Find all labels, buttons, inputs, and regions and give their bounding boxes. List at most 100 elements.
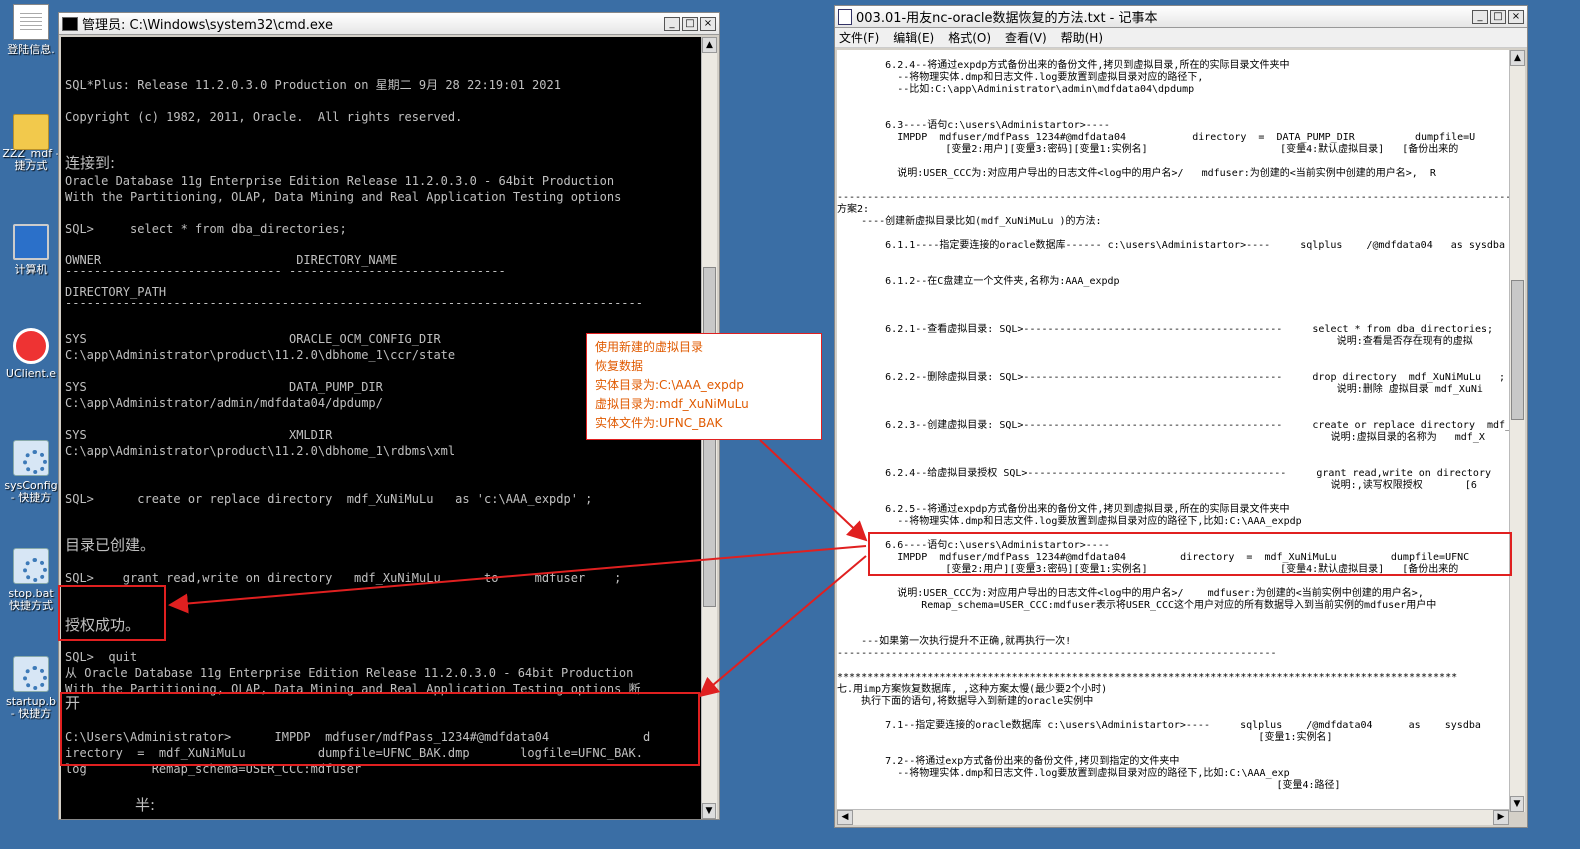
annotation-callout: 使用新建的虚拟目录 恢复数据 实体目录为:C:\AAA_expdp 虚拟目录为:… — [586, 333, 822, 440]
text-line: 6.2.2--删除虚拟目录: SQL>---------------------… — [837, 372, 1506, 383]
desktop-icon-label: - 快捷方 — [10, 492, 52, 504]
text-line: 6.2.4--将通过expdp方式备份出来的备份文件,拷贝到虚拟目录,所在的实际… — [837, 60, 1290, 71]
scroll-left-arrow-icon[interactable]: ◀ — [837, 810, 853, 825]
text-line: 7.2--将通过exp方式备份出来的备份文件,拷贝到指定的文件夹中 — [837, 756, 1180, 767]
desktop-icon-zzz-mdf[interactable]: ZZZ_mdf - 捷方式 — [0, 108, 62, 172]
menu-edit[interactable]: 编辑(E) — [893, 29, 934, 46]
menu-view[interactable]: 查看(V) — [1005, 29, 1047, 46]
text-line: 7.1--指定要连接的oracle数据库 c:\users\Administar… — [837, 720, 1481, 731]
desktop-icon-startup-bat[interactable]: startup.b - 快捷方 — [0, 656, 62, 720]
scroll-down-arrow-icon[interactable]: ▼ — [1510, 796, 1524, 812]
text-line: 6.1.1----指定要连接的oracle数据库------ c:\users\… — [837, 240, 1505, 251]
text-line: IMPDP mdfuser/mdfPass_1234#@mdfdata04 di… — [837, 132, 1476, 143]
callout-line: 实体目录为:C:\AAA_expdp — [595, 378, 744, 392]
text-line: --比如:C:\app\Administrator\admin\mdfdata0… — [837, 84, 1195, 95]
text-line: 执行下面的语句,将数据导入到新建的oracle实例中 — [837, 696, 1094, 707]
text-line: --将物理实体.dmp和日志文件.log要放置到虚拟目录对应的路径下,比如:C:… — [837, 768, 1290, 779]
desktop-icon-login-info[interactable]: 登陆信息. — [0, 4, 62, 56]
console-line: ------------------------------ ---------… — [65, 264, 506, 278]
cmd-titlebar[interactable]: 管理员: C:\Windows\system32\cmd.exe _ □ × — [59, 13, 719, 35]
gear-shortcut-icon — [13, 656, 49, 692]
scroll-up-arrow-icon[interactable]: ▲ — [1510, 50, 1525, 66]
notepad-window[interactable]: 003.01-用友nc-oracle数据恢复的方法.txt - 记事本 _ □ … — [834, 5, 1528, 828]
notepad-vertical-scrollbar[interactable]: ▲ ▼ — [1509, 50, 1525, 812]
scroll-thumb[interactable] — [1511, 280, 1524, 420]
callout-line: 虚拟目录为:mdf_XuNiMuLu — [595, 397, 749, 411]
console-line: SYS ORACLE_OCM_CONFIG_DIR — [65, 332, 441, 346]
folder-icon — [13, 114, 49, 150]
uclient-icon — [13, 328, 49, 364]
callout-line: 恢复数据 — [595, 359, 644, 373]
notepad-horizontal-scrollbar[interactable]: ◀ ▶ — [837, 809, 1509, 825]
divider-line: ****************************************… — [837, 672, 1458, 683]
callout-line: 使用新建的虚拟目录 — [595, 340, 704, 354]
text-line: 说明:USER_CCC为:对应用户导出的日志文件<log中的用户名>/ mdfu… — [837, 168, 1436, 179]
gear-shortcut-icon — [13, 440, 49, 476]
gear-shortcut-icon — [13, 548, 49, 584]
desktop-icon-label: 捷方式 — [14, 160, 48, 172]
desktop-icon-label: UClient.e — [5, 368, 57, 380]
desktop-icon-label: 快捷方式 — [9, 600, 53, 612]
text-line: ----创建新虚拟目录比如(mdf_XuNiMuLu )的方法: — [837, 216, 1102, 227]
desktop-icon-uclient[interactable]: UClient.e — [0, 328, 62, 380]
cmd-title: 管理员: C:\Windows\system32\cmd.exe — [82, 18, 333, 33]
console-line: C:\app\Administrator/admin/mdfdata04/dpd… — [65, 396, 383, 410]
text-line: 6.2.3--创建虚拟目录: SQL>---------------------… — [837, 420, 1509, 431]
desktop-icon-stop-bat[interactable]: stop.bat 快捷方式 — [0, 548, 62, 612]
highlight-grant-success — [58, 585, 166, 641]
console-line: Oracle Database 11g Enterprise Edition R… — [65, 174, 615, 188]
console-line: 目录已创建。 — [65, 536, 156, 554]
highlight-impdp-command — [60, 692, 700, 766]
callout-line: 实体文件为:UFNC_BAK — [595, 416, 723, 430]
text-line: 七.用imp方案恢复数据库, ,这种方案太慢(最少要2个小时) — [837, 684, 1108, 695]
text-line: [变量4:路径] — [837, 780, 1341, 791]
text-line: 说明:查看是否存在现有的虚拟 — [837, 336, 1473, 347]
console-line: SQL> create or replace directory mdf_XuN… — [65, 492, 593, 506]
console-line: ----------------------------------------… — [65, 296, 643, 310]
text-line: 说明:虚拟目录的名称为 mdf_X — [837, 432, 1485, 443]
desktop-icon-label: stop.bat — [8, 588, 54, 600]
console-line: C:\app\Administrator\product\11.2.0\dbho… — [65, 444, 456, 458]
text-line: 说明:USER_CCC为:对应用户导出的日志文件<log中的用户名>/ mdfu… — [837, 588, 1424, 599]
console-line: SQL> select * from dba_directories; — [65, 222, 347, 236]
scroll-up-arrow-icon[interactable]: ▲ — [702, 37, 717, 53]
console-line: 连接到: — [65, 154, 116, 172]
notepad-titlebar[interactable]: 003.01-用友nc-oracle数据恢复的方法.txt - 记事本 _ □ … — [835, 6, 1527, 28]
close-button[interactable]: × — [1508, 9, 1524, 24]
text-line: Remap_schema=USER_CCC:mdfuser表示将USER_CCC… — [837, 600, 1437, 611]
text-line: 说明:删除 虚拟目录 mdf_XuNi — [837, 384, 1483, 395]
text-line: 6.3----语句c:\users\Administartor>---- — [837, 120, 1110, 131]
notepad-title: 003.01-用友nc-oracle数据恢复的方法.txt - 记事本 — [856, 11, 1158, 26]
notepad-text-area[interactable]: 6.2.4--将通过expdp方式备份出来的备份文件,拷贝到虚拟目录,所在的实际… — [837, 50, 1509, 812]
text-line: 说明:,读写权限授权 [6 — [837, 480, 1477, 491]
text-line: --将物理实体.dmp和日志文件.log要放置到虚拟目录对应的路径下,比如:C:… — [837, 516, 1302, 527]
desktop-icon-label: startup.b — [5, 696, 57, 708]
maximize-button[interactable]: □ — [682, 16, 698, 31]
close-button[interactable]: × — [700, 16, 716, 31]
console-line: SQL> grant read,write on directory mdf_X… — [65, 571, 622, 585]
desktop-icon-computer[interactable]: 计算机 — [0, 220, 62, 276]
divider-line: ----------------------------------------… — [837, 648, 1277, 659]
menu-file[interactable]: 文件(F) — [839, 29, 879, 46]
notepad-menubar: 文件(F) 编辑(E) 格式(O) 查看(V) 帮助(H) — [835, 28, 1527, 48]
scroll-down-arrow-icon[interactable]: ▼ — [702, 803, 716, 819]
menu-help[interactable]: 帮助(H) — [1061, 29, 1103, 46]
console-line: SYS XMLDIR — [65, 428, 333, 442]
text-line: 6.2.5--将通过expdp方式备份出来的备份文件,拷贝到虚拟目录,所在的实际… — [837, 504, 1290, 515]
console-line: Copyright (c) 1982, 2011, Oracle. All ri… — [65, 110, 463, 124]
minimize-button[interactable]: _ — [664, 16, 680, 31]
minimize-button[interactable]: _ — [1472, 9, 1488, 24]
console-line: SYS DATA_PUMP_DIR — [65, 380, 383, 394]
maximize-button[interactable]: □ — [1490, 9, 1506, 24]
menu-format[interactable]: 格式(O) — [948, 29, 991, 46]
divider-line: ----------------------------------------… — [837, 192, 1509, 203]
desktop-icon-sysconfig[interactable]: sysConfig - 快捷方 — [0, 440, 62, 504]
console-line: 半: — [135, 796, 156, 814]
text-line: 6.1.2--在C盘建立一个文件夹,名称为:AAA_expdp — [837, 276, 1120, 287]
scroll-right-arrow-icon[interactable]: ▶ — [1493, 810, 1509, 825]
text-line: 6.2.4--给虚拟目录授权 SQL>---------------------… — [837, 468, 1509, 479]
text-line: [变量2:用户][变量3:密码][变量1:实例名] [变量4:默认虚拟目录] [… — [837, 144, 1459, 155]
document-icon — [13, 4, 49, 40]
text-line: [变量1:实例名] — [837, 732, 1333, 743]
highlight-notepad-impdp — [868, 532, 1512, 576]
